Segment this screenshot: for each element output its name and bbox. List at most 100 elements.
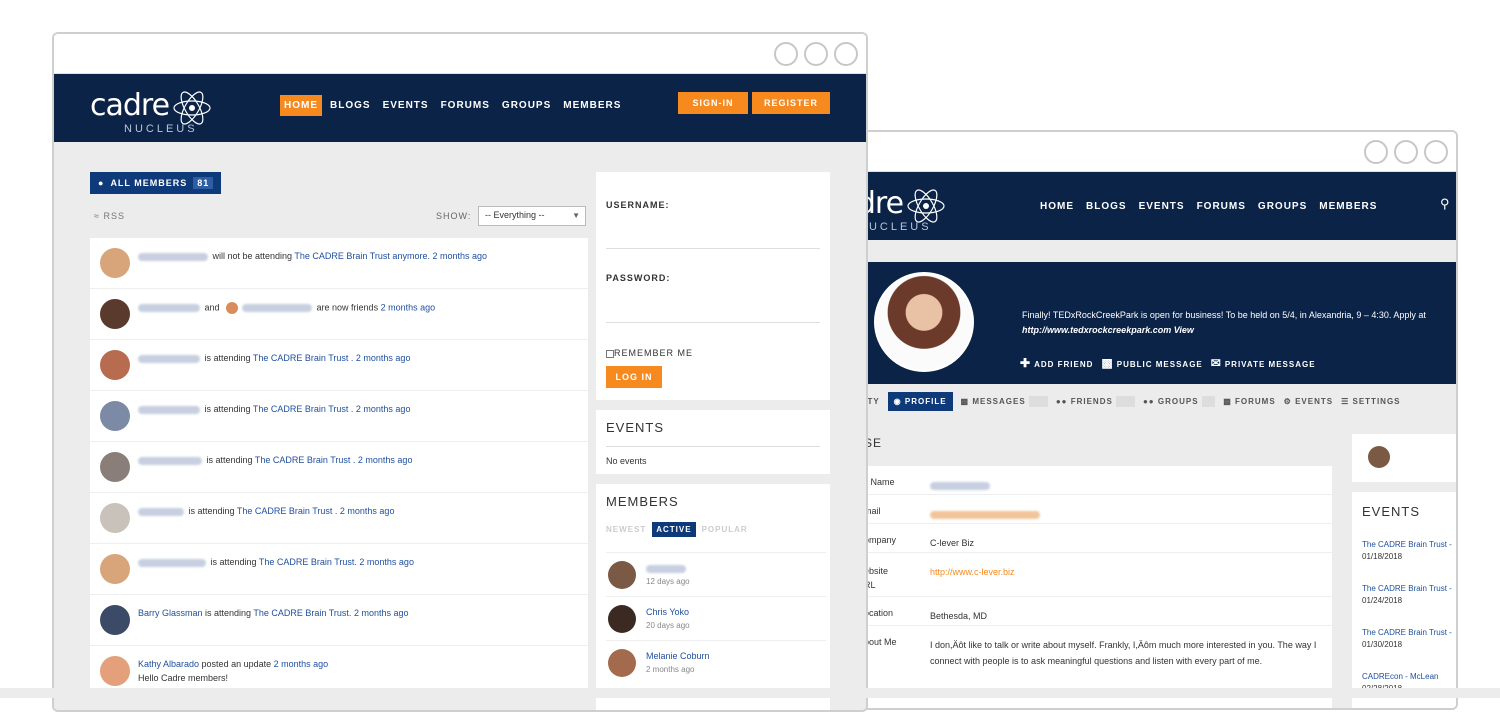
event-item[interactable]: The CADRE Brain Trust -01/30/2018 xyxy=(1362,628,1452,649)
event-link[interactable]: The CADRE Brain Trust . xyxy=(237,506,338,516)
timestamp-link[interactable]: 2 months ago xyxy=(337,506,395,516)
cadre-logo[interactable]: cadre NUCLEUS xyxy=(90,88,211,135)
member-link[interactable] xyxy=(138,405,200,414)
event-item[interactable]: The CADRE Brain Trust -01/18/2018 xyxy=(1362,540,1452,561)
nav-blogs[interactable]: BLOGS xyxy=(326,95,375,116)
avatar[interactable] xyxy=(100,656,130,686)
member-name[interactable]: Chris Yoko xyxy=(646,607,689,617)
avatar[interactable] xyxy=(608,561,636,589)
event-link[interactable]: The CADRE Brain Trust . xyxy=(253,404,354,414)
events-widget: EVENTS The CADRE Brain Trust -01/18/2018… xyxy=(1352,492,1456,708)
nav-members[interactable]: MEMBERS xyxy=(559,95,625,116)
username-field[interactable] xyxy=(606,248,820,249)
avatar[interactable] xyxy=(608,649,636,677)
activity-filter-select[interactable]: -- Everything -- ▼ xyxy=(478,206,586,226)
password-field[interactable] xyxy=(606,322,820,323)
tab-popular[interactable]: POPULAR xyxy=(702,522,748,537)
nav-forums[interactable]: FORUMS xyxy=(437,95,494,116)
avatar[interactable] xyxy=(100,452,130,482)
remember-me-checkbox[interactable] xyxy=(606,349,614,358)
timestamp-link[interactable]: 2 months ago xyxy=(353,353,411,363)
member-link[interactable] xyxy=(138,304,200,312)
event-link[interactable]: The CADRE Brain Trust . xyxy=(255,455,356,465)
website-link[interactable]: http://www.c-lever.biz xyxy=(930,564,1015,580)
avatar[interactable] xyxy=(608,605,636,633)
member-link[interactable]: Kathy Albarado xyxy=(138,659,199,669)
member-item[interactable]: Chris Yoko 20 days ago xyxy=(606,596,826,640)
avatar[interactable] xyxy=(100,605,130,635)
nav-members[interactable]: MEMBERS xyxy=(1315,196,1381,217)
tab-newest[interactable]: NEWEST xyxy=(606,522,646,537)
window-control-button[interactable] xyxy=(1424,140,1448,164)
window-control-button[interactable] xyxy=(1394,140,1418,164)
update-content: Hello Cadre members! xyxy=(138,673,229,683)
atom-icon xyxy=(907,189,945,223)
nav-events[interactable]: EVENTS xyxy=(379,95,433,116)
avatar[interactable] xyxy=(100,401,130,431)
rss-link[interactable]: ≈ RSS xyxy=(94,211,125,221)
timestamp-link[interactable]: 2 months ago xyxy=(353,404,411,414)
avatar[interactable] xyxy=(100,503,130,533)
avatar[interactable] xyxy=(1368,446,1390,468)
event-link[interactable]: The CADRE Brain Trust . xyxy=(253,353,354,363)
activity-text: and are now friends 2 months ago xyxy=(138,302,435,314)
tab-settings[interactable]: ☰ SETTINGS xyxy=(1341,397,1400,406)
log-in-button[interactable]: LOG IN xyxy=(606,366,662,388)
tab-profile[interactable]: ◉ PROFILE xyxy=(887,392,953,411)
events-widget: EVENTS No events xyxy=(596,410,830,474)
event-item[interactable]: The CADRE Brain Trust -01/24/2018 xyxy=(1362,584,1452,605)
tab-friends[interactable]: ●● FRIENDS 00 xyxy=(1056,396,1135,407)
avatar[interactable] xyxy=(226,302,239,314)
last-active: 2 months ago xyxy=(646,665,695,674)
tab-messages[interactable]: ▩ MESSAGES 00 xyxy=(961,396,1048,407)
member-link[interactable] xyxy=(138,456,202,465)
tab-groups[interactable]: ●● GROUPS 0 xyxy=(1143,396,1216,407)
member-link[interactable]: Barry Glassman xyxy=(138,608,203,618)
event-link[interactable]: The CADRE Brain Trust. xyxy=(259,557,357,567)
avatar[interactable] xyxy=(100,248,130,278)
nav-groups[interactable]: GROUPS xyxy=(1254,196,1311,217)
nav-blogs[interactable]: BLOGS xyxy=(1082,196,1131,217)
member-item[interactable]: 12 days ago xyxy=(606,552,826,596)
last-active: 20 days ago xyxy=(646,621,690,630)
search-icon[interactable]: ⚲ xyxy=(1440,196,1450,212)
timestamp-link[interactable]: 2 months ago xyxy=(351,608,409,618)
tab-active[interactable]: ACTIVE xyxy=(652,522,696,537)
timestamp-link[interactable]: 2 months ago xyxy=(357,557,414,567)
member-item[interactable]: Melanie Coburn 2 months ago xyxy=(606,640,826,684)
event-link[interactable]: The CADRE Brain Trust anymore. xyxy=(294,251,430,261)
all-members-tab[interactable]: ● ALL MEMBERS 81 xyxy=(90,172,222,194)
add-friend-button[interactable]: ✚ ADD FRIEND xyxy=(1020,356,1093,370)
nav-groups[interactable]: GROUPS xyxy=(498,95,555,116)
member-name[interactable] xyxy=(646,563,688,573)
member-link[interactable] xyxy=(138,252,208,261)
member-link[interactable] xyxy=(242,304,313,312)
nav-home[interactable]: HOME xyxy=(280,95,322,116)
timestamp-link[interactable]: 2 months ago xyxy=(274,659,329,669)
tab-forums[interactable]: ▩ FORUMS xyxy=(1223,397,1275,406)
nav-events[interactable]: EVENTS xyxy=(1135,196,1189,217)
nav-forums[interactable]: FORUMS xyxy=(1193,196,1250,217)
window-control-button[interactable] xyxy=(804,42,828,66)
tab-events[interactable]: ⚙ EVENTS xyxy=(1284,397,1333,406)
timestamp-link[interactable]: 2 months ago xyxy=(430,251,487,261)
sign-in-button[interactable]: SIGN-IN xyxy=(678,92,748,114)
member-name[interactable]: Melanie Coburn xyxy=(646,651,710,661)
window-control-button[interactable] xyxy=(774,42,798,66)
nav-home[interactable]: HOME xyxy=(1036,196,1078,217)
event-link[interactable]: The CADRE Brain Trust. xyxy=(253,608,351,618)
timestamp-link[interactable]: 2 months ago xyxy=(381,302,436,312)
window-control-button[interactable] xyxy=(1364,140,1388,164)
avatar[interactable] xyxy=(100,554,130,584)
avatar[interactable] xyxy=(100,350,130,380)
timestamp-link[interactable]: 2 months ago xyxy=(355,455,413,465)
private-message-button[interactable]: ✉ PRIVATE MESSAGE xyxy=(1211,356,1316,370)
window-control-button[interactable] xyxy=(834,42,858,66)
member-link[interactable] xyxy=(138,507,184,516)
status-link[interactable]: http://www.tedxrockcreekpark.com View xyxy=(1022,325,1194,335)
avatar[interactable] xyxy=(100,299,130,329)
member-link[interactable] xyxy=(138,558,206,567)
register-button[interactable]: REGISTER xyxy=(752,92,830,114)
public-message-button[interactable]: ▩ PUBLIC MESSAGE xyxy=(1101,356,1202,370)
member-link[interactable] xyxy=(138,354,200,363)
